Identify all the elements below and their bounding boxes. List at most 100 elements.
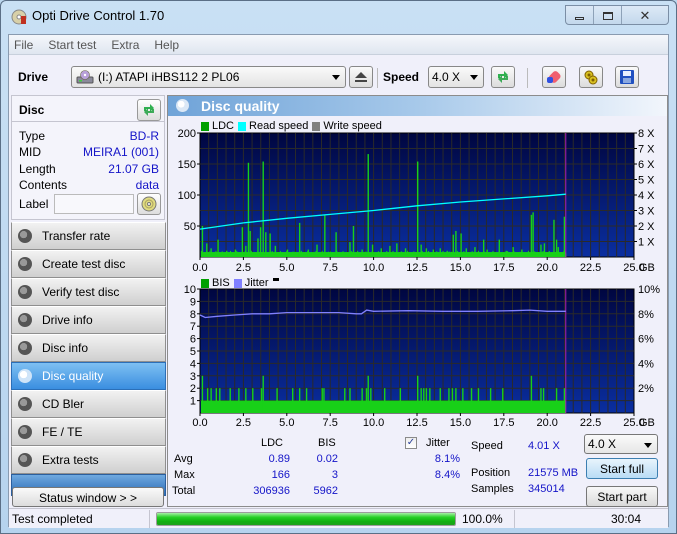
drive-select[interactable]: (I:) ATAPI iHBS112 2 PL06 xyxy=(71,66,346,88)
stats-max-ldc: 166 xyxy=(271,469,290,481)
ldc-bar xyxy=(273,252,275,257)
eject-button[interactable] xyxy=(349,66,373,88)
ldc-bar xyxy=(236,250,238,257)
ldc-bar xyxy=(402,254,404,257)
bis-bar xyxy=(502,388,504,413)
refresh-speed-button[interactable] xyxy=(491,66,515,88)
ldc-bar xyxy=(492,250,494,257)
speed-select[interactable]: 4.0 X xyxy=(428,66,484,88)
stats-avg-jitter: 8.1% xyxy=(434,453,460,465)
settings-button[interactable] xyxy=(579,66,603,88)
ldc-bar xyxy=(417,161,419,257)
nav-cd-bler[interactable]: CD Bler xyxy=(11,390,166,418)
x-tick-label: 10.0 xyxy=(363,262,384,274)
nav-label: Verify test disc xyxy=(42,285,120,299)
disc-label-button[interactable] xyxy=(137,193,161,215)
ldc-bar xyxy=(460,233,462,257)
bis-bar xyxy=(417,375,419,413)
disc-title: Disc xyxy=(19,103,45,117)
minimize-button[interactable] xyxy=(566,6,594,24)
erase-button[interactable] xyxy=(542,66,566,88)
menu-start-test[interactable]: Start test xyxy=(48,38,96,52)
ldc-bar xyxy=(286,249,289,257)
ldc-bar xyxy=(371,244,374,257)
disc-icon xyxy=(18,341,32,355)
disc-type-row: Type BD-R xyxy=(19,129,159,145)
nav-disc-quality[interactable]: Disc quality xyxy=(11,362,166,390)
refresh-icon xyxy=(498,71,508,83)
ldc-bar xyxy=(230,250,232,257)
ldc-bar xyxy=(386,250,388,257)
ldc-bar xyxy=(563,216,566,257)
bis-bar xyxy=(344,388,346,413)
status-window-button[interactable]: Status window > > xyxy=(12,487,164,507)
nav-drive-info[interactable]: Drive info xyxy=(11,306,166,334)
speed-value: 4.0 X xyxy=(432,70,461,84)
save-button[interactable] xyxy=(615,66,639,88)
x-tick-label: 20.0 xyxy=(536,262,557,274)
y2-tick-label: 6 X xyxy=(638,159,655,171)
nav-fe-te[interactable]: FE / TE xyxy=(11,418,166,446)
window-controls: ✕ xyxy=(565,5,669,25)
ldc-bar xyxy=(384,252,386,257)
ldc-bar xyxy=(398,251,400,257)
ldc-bar xyxy=(490,253,492,257)
nav-create-test-disc[interactable]: Create test disc xyxy=(11,250,166,278)
ldc-bar xyxy=(369,253,371,257)
jitter-checkbox[interactable]: ✓ xyxy=(405,437,417,449)
y-tick-label: 4 xyxy=(190,358,196,370)
stats-total-bis: 5962 xyxy=(313,485,338,497)
ldc-bar xyxy=(459,254,461,257)
start-part-button[interactable]: Start part xyxy=(586,486,658,507)
y-tick-label: 1 xyxy=(190,396,196,408)
test-speed-select[interactable]: 4.0 X xyxy=(584,434,658,454)
nav-label: Disc info xyxy=(42,341,89,355)
nav-verify-test-disc[interactable]: Verify test disc xyxy=(11,278,166,306)
x-tick-label: 5.0 xyxy=(279,262,294,274)
disc-type-value: BD-R xyxy=(129,129,159,143)
ldc-bar xyxy=(548,250,550,257)
ldc-bar xyxy=(245,245,247,257)
ldc-bar xyxy=(455,230,457,257)
ldc-bar xyxy=(488,254,490,257)
ldc-bar xyxy=(252,253,254,257)
position-label: Position xyxy=(471,467,511,479)
bis-bar xyxy=(540,388,542,413)
ldc-bar xyxy=(342,251,344,257)
disc-contents-key: Contents xyxy=(19,178,68,192)
drive-value: (I:) ATAPI iHBS112 2 PL06 xyxy=(98,70,240,84)
status-divider xyxy=(514,510,515,528)
ldc-bar xyxy=(209,251,211,257)
stats-max-bis: 3 xyxy=(331,469,338,481)
ldc-bar xyxy=(357,250,359,257)
disc-refresh-button[interactable] xyxy=(137,99,161,121)
ldc-bar xyxy=(213,253,215,257)
disc-label-input[interactable] xyxy=(54,194,134,214)
ldc-bar xyxy=(448,251,450,257)
elapsed-time: 30:04 xyxy=(611,512,642,526)
ldc-bar xyxy=(359,252,361,257)
nav-disc-info[interactable]: Disc info xyxy=(11,334,166,362)
x-axis-unit: GB xyxy=(639,262,655,274)
menu-extra[interactable]: Extra xyxy=(111,38,139,52)
menu-help[interactable]: Help xyxy=(154,38,179,52)
maximize-button[interactable] xyxy=(594,6,622,24)
nav-transfer-rate[interactable]: Transfer rate xyxy=(11,222,166,250)
toolbar-separator xyxy=(377,68,378,88)
client-area: File Start test Extra Help Drive (I:) AT… xyxy=(8,34,669,528)
ldc-bar xyxy=(223,252,225,257)
sidebar: Disc Type BD-R MID MEIRA1 (001) Length 2… xyxy=(9,95,167,507)
ldc-bar xyxy=(334,253,336,257)
status-text: Test completed xyxy=(12,512,93,526)
nav-extra-tests[interactable]: Extra tests xyxy=(11,446,166,474)
bis-jitter-chart: 0.0 2.5 5.0 7.5 10.0 12.5 15.0 17.5 20.0 22.5 25.0… xyxy=(184,284,660,429)
ldc-bar xyxy=(330,251,332,257)
ldc-bar xyxy=(375,254,377,257)
close-button[interactable]: ✕ xyxy=(622,6,668,24)
ldc-bar xyxy=(553,219,555,257)
y-tick-label: 9 xyxy=(190,296,196,308)
start-full-button[interactable]: Start full xyxy=(586,458,658,479)
menu-file[interactable]: File xyxy=(14,38,33,52)
disc-panel: Disc Type BD-R MID MEIRA1 (001) Length 2… xyxy=(11,95,165,220)
bis-bar xyxy=(462,388,464,413)
